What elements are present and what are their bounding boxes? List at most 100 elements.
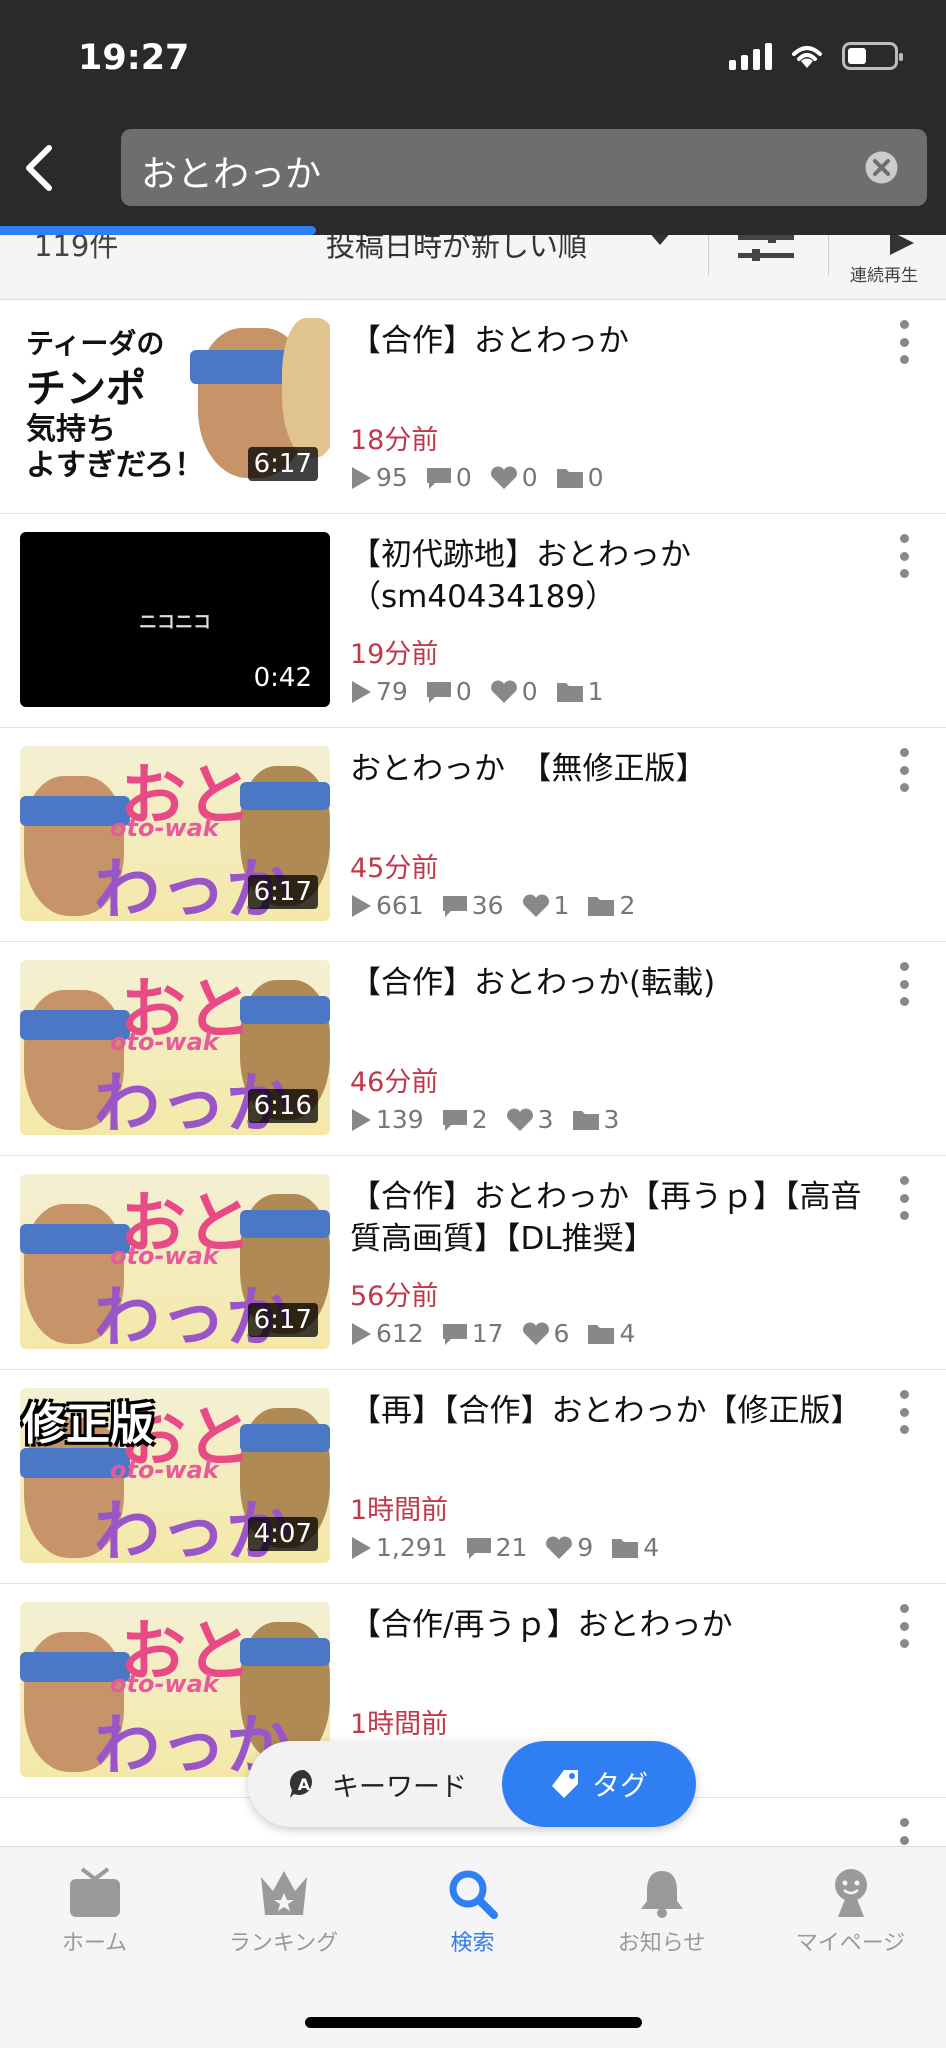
sort-order-select[interactable]: 投稿日時が新しい順 [326,235,587,265]
video-list-item[interactable]: おと oto-wak わっか 修正版 4:07 【再】【合作】おとわっか【修正版… [0,1370,946,1584]
folder-icon [572,1110,599,1130]
loading-progress-bar [0,226,316,235]
comment-count: 17 [471,1319,504,1348]
posted-time: 1時間前 [350,1709,449,1740]
view-count-icon [352,466,371,489]
view-count-icon [352,680,371,703]
video-title[interactable]: 【初代跡地】おとわっか（sm40434189） [350,534,870,618]
tag-icon [551,1770,578,1798]
video-thumbnail[interactable]: ティーダの チンポ 気持ち よすぎだろ！ 6:17 [20,318,330,493]
filter-icon[interactable] [738,235,798,265]
continuous-play-button[interactable]: 連続再生 [850,261,918,286]
nav-ranking[interactable]: ランキング [189,1867,378,1957]
folder-icon [588,1324,615,1344]
folder-icon [588,896,615,916]
more-options-icon[interactable] [898,1390,910,1434]
video-title[interactable]: 【合作】おとわっか [350,320,870,362]
more-options-icon[interactable] [898,320,910,364]
view-count-icon [352,894,371,917]
nav-label: お知らせ [617,1931,706,1956]
video-thumbnail[interactable]: ニコニコ 0:42 [20,532,330,707]
video-list: ティーダの チンポ 気持ち よすぎだろ！ 6:17 【合作】おとわっか 18分前… [0,300,946,1862]
comment-icon [426,467,451,489]
keyword-icon: A [289,1769,312,1798]
video-list-item[interactable]: おと oto-wak わっか 6:16 【合作】おとわっか(転載) 46分前 1… [0,942,946,1156]
like-count: 3 [537,1105,554,1134]
posted-time: 56分前 [350,1281,439,1312]
mylist-count: 3 [603,1105,620,1134]
person-icon [834,1869,867,1917]
mylist-count: 4 [619,1319,636,1348]
video-list-item[interactable]: ニコニコ 0:42 【初代跡地】おとわっか（sm40434189） 19分前 7… [0,514,946,728]
heart-icon [546,1536,573,1559]
mylist-count: 2 [619,891,636,920]
search-input[interactable]: おとわっか [121,129,927,206]
mylist-count: 1 [587,677,604,706]
video-duration: 4:07 [247,1517,318,1551]
video-duration: 6:17 [247,1303,318,1337]
keyword-mode-label: キーワード [332,1771,467,1803]
view-count: 612 [376,1319,424,1348]
video-title[interactable]: 【合作/再うｐ】おとわっか [350,1604,870,1646]
video-thumbnail[interactable]: おと oto-wak わっか 修正版 4:07 [20,1388,330,1563]
more-options-icon[interactable] [898,748,910,792]
nav-home[interactable]: ホーム [0,1867,189,1957]
wifi-icon [792,46,822,68]
posted-time: 18分前 [350,425,439,456]
video-stats: 661 36 1 2 [350,891,653,920]
video-title[interactable]: 【合作】おとわっか(転載) [350,962,870,1004]
video-stats: 139 2 3 3 [350,1105,637,1134]
play-icon[interactable] [888,235,916,255]
video-duration: 6:17 [247,447,318,481]
heart-icon [522,1322,549,1345]
nav-label: マイページ [795,1931,906,1956]
more-options-icon[interactable] [898,534,910,578]
video-thumbnail[interactable]: おと oto-wak わっか 6:17 [20,1174,330,1349]
more-options-icon[interactable] [898,962,910,1006]
heart-icon [490,466,517,489]
video-title[interactable]: おとわっか 【無修正版】 [350,748,870,790]
battery-icon [842,42,903,70]
mylist-count: 4 [643,1533,660,1562]
caret-down-icon[interactable] [646,235,674,249]
nav-mypage[interactable]: マイページ [756,1867,945,1957]
video-stats: 95 0 0 0 [350,463,622,492]
video-stats: 79 0 0 1 [350,677,622,706]
nav-label: 検索 [450,1931,495,1956]
app-root: 19:27 おとわっか 119件 投稿日時が新しい順 連続再生 ティーダの チン… [0,0,946,2048]
comment-icon [442,1323,467,1345]
like-count: 1 [553,891,570,920]
video-list-item[interactable]: おと oto-wak わっか 6:17 【合作】おとわっか【再うｐ】【高音質高画… [0,1156,946,1370]
video-thumbnail[interactable]: おと oto-wak わっか 6:16 [20,960,330,1135]
bell-icon [640,1871,683,1918]
search-mode-toggle: A キーワード タグ [248,1741,696,1827]
video-thumbnail[interactable]: おと oto-wak わっか 6:17 [20,746,330,921]
like-count: 0 [521,677,538,706]
search-query: おとわっか [141,154,322,195]
thumbnail-caption: よすぎだろ！ [26,448,205,483]
nav-search[interactable]: 検索 [378,1867,567,1957]
comment-icon [466,1537,491,1559]
niconico-logo: ニコニコ [139,612,211,633]
video-title[interactable]: 【合作】おとわっか【再うｐ】【高音質高画質】【DL推奨】 [350,1176,870,1260]
posted-time: 1時間前 [350,1495,449,1526]
video-duration: 6:16 [247,1089,318,1123]
tag-mode-button[interactable]: タグ [502,1741,696,1827]
comment-count: 36 [471,891,504,920]
video-list-item[interactable]: ティーダの チンポ 気持ち よすぎだろ！ 6:17 【合作】おとわっか 18分前… [0,300,946,514]
keyword-mode-button[interactable]: A キーワード [288,1741,467,1827]
clear-search-icon[interactable] [864,150,899,185]
tag-mode-label: タグ [591,1769,648,1802]
nav-label: ランキング [228,1931,339,1956]
back-button[interactable] [14,138,62,198]
mylist-count: 0 [587,463,604,492]
folder-icon [556,468,583,488]
like-count: 9 [577,1533,594,1562]
video-title[interactable]: 【再】【合作】おとわっか【修正版】 [350,1390,870,1432]
comment-count: 0 [455,677,472,706]
nav-notifications[interactable]: お知らせ [567,1867,756,1957]
more-options-icon[interactable] [898,1604,910,1648]
video-list-item[interactable]: おと oto-wak わっか 6:17 おとわっか 【無修正版】 45分前 66… [0,728,946,942]
posted-time: 19分前 [350,639,439,670]
more-options-icon[interactable] [898,1176,910,1220]
